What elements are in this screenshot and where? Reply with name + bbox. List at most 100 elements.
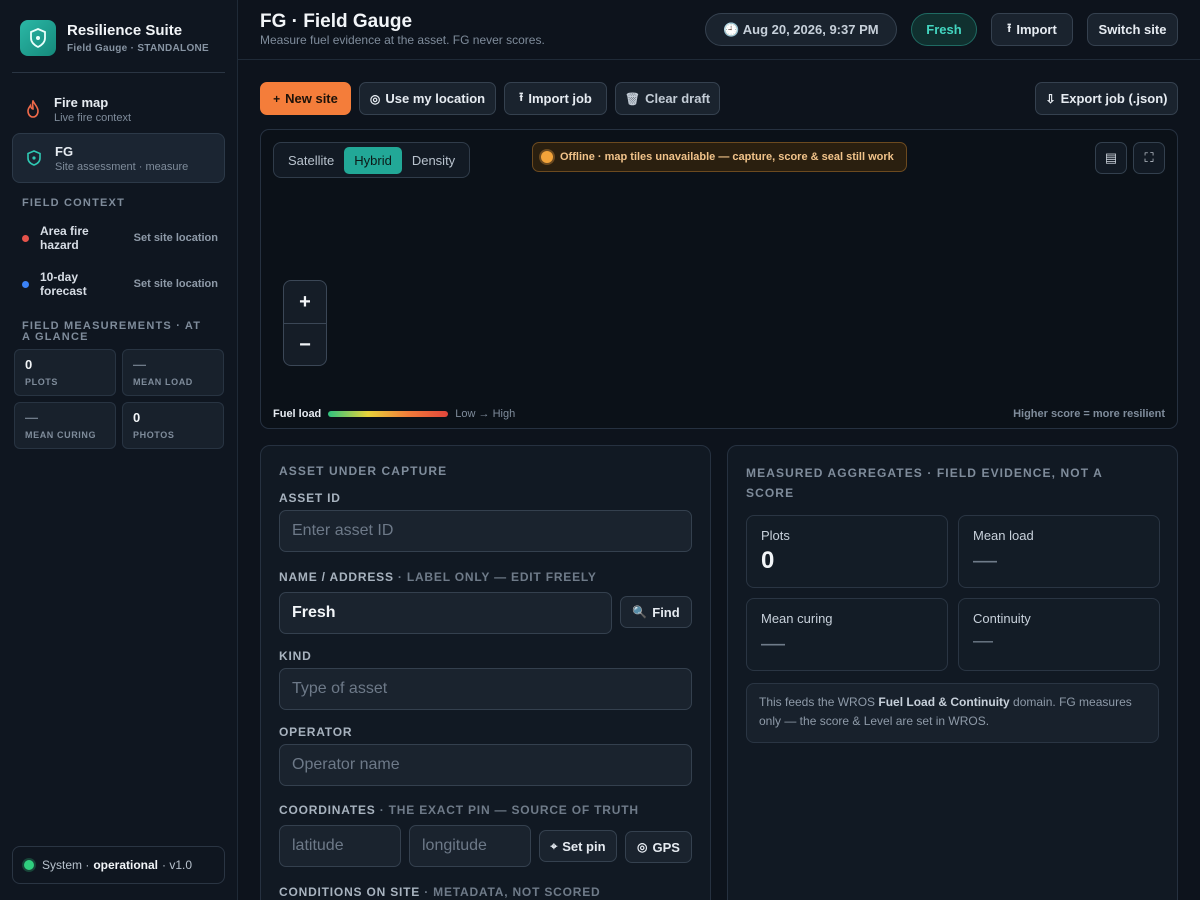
warning-dot-icon xyxy=(541,151,553,163)
asset-panel: ASSET UNDER CAPTURE ASSET ID Enter asset… xyxy=(260,445,711,900)
page-subtitle: Measure fuel evidence at the asset. FG n… xyxy=(260,33,545,47)
name-address-label: NAME / ADDRESS · LABEL ONLY — EDIT FREEL… xyxy=(279,570,597,584)
fullscreen-button[interactable]: ⛶ xyxy=(1133,142,1165,174)
longitude-input[interactable]: longitude xyxy=(409,825,531,867)
gps-button[interactable]: ◎ GPS xyxy=(625,831,692,863)
map-layer-tabs: Satellite Hybrid Density xyxy=(273,142,471,178)
nav-subtitle: Site assessment · measure xyxy=(55,160,189,173)
stat-mean-load: — MEAN LOAD xyxy=(122,349,224,396)
map-view[interactable]: Satellite Hybrid Density Offline · map t… xyxy=(260,129,1178,429)
asset-id-label: ASSET ID xyxy=(279,491,341,505)
nav-title: Fire map xyxy=(54,94,109,110)
zoom-out-button[interactable]: − xyxy=(284,324,326,366)
system-prefix: System · xyxy=(42,858,90,872)
agg-plots: Plots 0 xyxy=(746,515,948,588)
legend-gradient xyxy=(328,411,449,417)
conditions-label: CONDITIONS ON SITE · METADATA, NOT SCORE… xyxy=(279,885,600,899)
stat-mean-curing: — MEAN CURING xyxy=(14,402,116,449)
context-label: 10-day forecast xyxy=(40,270,87,298)
set-site-location-link[interactable]: Set site location xyxy=(134,278,218,290)
agg-mean-load: Mean load — xyxy=(958,515,1160,588)
agg-label: Mean load xyxy=(973,528,1034,543)
export-job-button[interactable]: ⇩ Export job (.json) xyxy=(1035,82,1178,115)
new-site-label: New site xyxy=(285,91,338,106)
clear-draft-button[interactable]: 🗑 Clear draft xyxy=(615,82,720,115)
agg-value: — xyxy=(973,547,997,574)
status-dot-icon xyxy=(24,860,34,870)
note-pre: This feeds the WROS xyxy=(759,695,879,709)
map-note: Higher score = more resilient xyxy=(1013,408,1165,420)
new-site-button[interactable]: + New site xyxy=(260,82,351,115)
system-state: operational xyxy=(93,858,159,872)
context-area-fire-hazard: Area fire hazard Set site location xyxy=(22,224,218,252)
zoom-control: + − xyxy=(283,280,327,366)
agg-value: 0 xyxy=(761,547,775,574)
agg-value: — xyxy=(973,630,993,652)
agg-mean-curing: Mean curing — xyxy=(746,598,948,671)
fuel-load-legend: Fuel load Low → High xyxy=(273,408,515,420)
agg-label: Plots xyxy=(761,528,790,543)
brand-subtitle: Field Gauge · STANDALONE xyxy=(67,43,210,54)
find-button[interactable]: 🔍 Find xyxy=(620,596,692,628)
aggregates-panel: MEASURED AGGREGATES · FIELD EVIDENCE, NO… xyxy=(727,445,1178,900)
offline-text: Offline · map tiles unavailable — captur… xyxy=(560,151,894,163)
plus-icon: + xyxy=(273,91,281,106)
brand-title: Resilience Suite xyxy=(67,22,183,39)
import-job-button[interactable]: ⭱ Import job xyxy=(504,82,607,115)
layer-tab-hybrid[interactable]: Hybrid xyxy=(344,146,402,174)
kind-input[interactable]: Type of asset xyxy=(279,668,692,710)
fullscreen-icon: ⛶ xyxy=(1144,150,1154,165)
download-icon: ⇩ xyxy=(1045,91,1056,106)
legend-label: Fuel load xyxy=(273,408,322,420)
app-logo-icon xyxy=(20,20,56,56)
nav-item-fire-map[interactable]: Fire map Live fire context xyxy=(12,84,225,134)
name-hint: · LABEL ONLY — EDIT FREELY xyxy=(397,570,597,584)
latitude-input[interactable]: latitude xyxy=(279,825,401,867)
layer-tab-density[interactable]: Density xyxy=(402,147,465,174)
upload-icon: ⭱ xyxy=(1007,21,1012,35)
layers-button[interactable]: ▤ xyxy=(1095,142,1127,174)
target-icon: ◎ xyxy=(637,840,648,854)
use-my-location-button[interactable]: ◎ Use my location xyxy=(359,82,496,115)
context-forecast: 10-day forecast Set site location xyxy=(22,270,218,298)
nav-item-fg[interactable]: FG Site assessment · measure xyxy=(12,133,225,183)
switch-site-button[interactable]: Switch site xyxy=(1087,13,1178,46)
sidebar: Resilience Suite Field Gauge · STANDALON… xyxy=(0,0,238,900)
nav-title: FG xyxy=(55,143,74,159)
page-title: FG · Field Gauge xyxy=(260,11,413,32)
hazard-dot-icon xyxy=(22,234,29,242)
forecast-dot-icon xyxy=(22,280,29,288)
zoom-in-button[interactable]: + xyxy=(284,281,326,323)
set-pin-button[interactable]: ⌖ Set pin xyxy=(539,830,617,862)
layer-tab-satellite[interactable]: Satellite xyxy=(278,147,344,174)
clock-badge: 🕘 Aug 20, 2026, 9:37 PM xyxy=(705,13,897,46)
operator-input[interactable]: Operator name xyxy=(279,744,692,786)
asset-id-input[interactable]: Enter asset ID xyxy=(279,510,692,552)
coords-hint: · THE EXACT PIN — SOURCE OF TRUTH xyxy=(379,803,639,817)
freshness-badge: Fresh xyxy=(911,13,977,46)
field-context-title: FIELD CONTEXT xyxy=(22,197,125,209)
set-pin-label: Set pin xyxy=(562,838,606,854)
stat-label: MEAN CURING xyxy=(25,430,97,440)
kind-label: KIND xyxy=(279,649,312,663)
wros-note: This feeds the WROS Fuel Load & Continui… xyxy=(746,683,1159,743)
stat-value: — xyxy=(25,410,38,425)
target-icon: ◎ xyxy=(369,91,381,106)
flame-icon xyxy=(24,100,42,118)
gps-label: GPS xyxy=(652,839,680,855)
context-label: Area fire hazard xyxy=(40,224,89,252)
stat-label: PLOTS xyxy=(25,377,59,387)
import-button[interactable]: ⭱ Import xyxy=(991,13,1073,46)
stat-label: MEAN LOAD xyxy=(133,377,193,387)
stat-value: — xyxy=(133,357,146,372)
find-label: Find xyxy=(652,604,680,620)
legend-range: Low → High xyxy=(455,408,516,420)
note-bold: Fuel Load & Continuity xyxy=(878,695,1010,709)
stat-value: 0 xyxy=(25,357,33,372)
stat-value: 0 xyxy=(133,410,141,425)
name-address-input[interactable]: Fresh xyxy=(279,592,612,634)
set-site-location-link[interactable]: Set site location xyxy=(134,232,218,244)
coordinates-label: COORDINATES · THE EXACT PIN — SOURCE OF … xyxy=(279,803,639,817)
agg-continuity: Continuity — xyxy=(958,598,1160,671)
page-header: FG · Field Gauge Measure fuel evidence a… xyxy=(238,0,1200,60)
